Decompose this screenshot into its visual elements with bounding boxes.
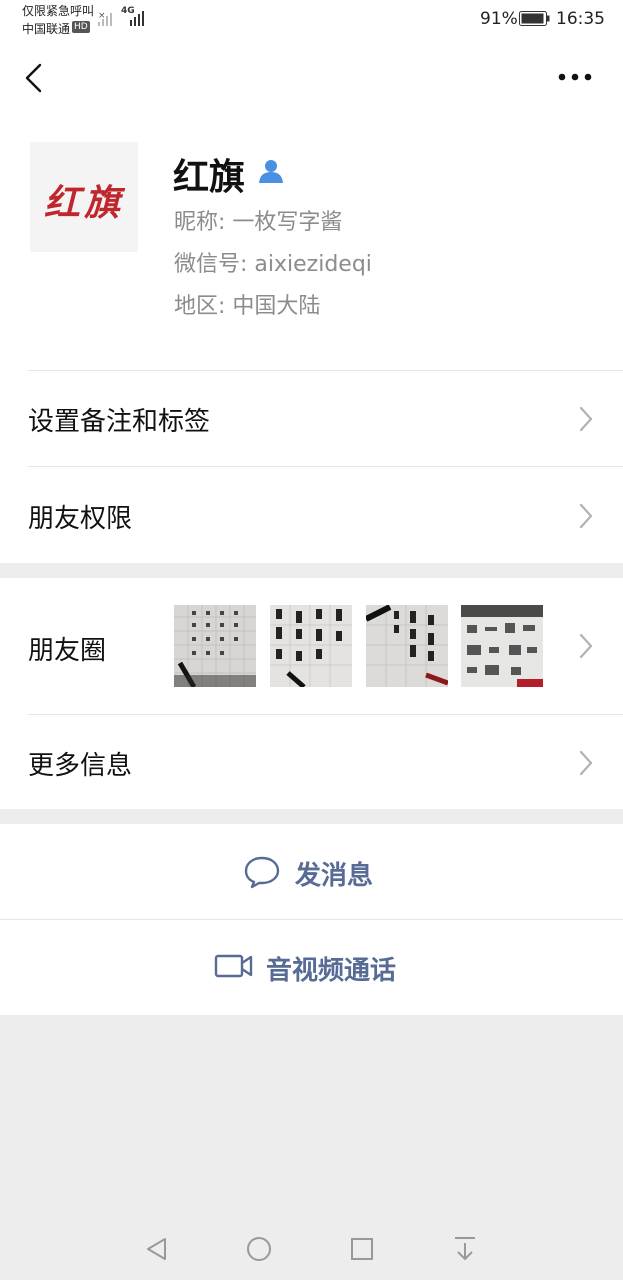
back-icon[interactable] (20, 62, 46, 94)
actions-section: 发消息 音视频通话 (0, 824, 623, 1015)
more-info-row-label: 更多信息 (28, 751, 133, 781)
emergency-only-text: 仅限紧急呼叫 (22, 4, 95, 18)
verified-icon (259, 160, 283, 183)
carrier-text: 中国联通 (22, 22, 71, 36)
battery-icon (519, 11, 550, 26)
moments-thumbnail[interactable] (270, 605, 352, 687)
permissions-row-label: 朋友权限 (28, 504, 133, 534)
remark-row[interactable]: 设置备注和标签 (0, 371, 623, 466)
contact-name: 红旗 (173, 157, 246, 198)
remark-row-label: 设置备注和标签 (28, 407, 211, 437)
more-info-row[interactable]: 更多信息 (0, 715, 623, 809)
permissions-row[interactable]: 朋友权限 (0, 467, 623, 563)
nickname-text: 昵称: 一枚写字酱 (174, 210, 343, 235)
video-call-label: 音视频通话 (266, 956, 397, 986)
nav-home-icon[interactable] (246, 1236, 272, 1262)
moments-thumbnail[interactable] (366, 605, 448, 687)
status-bar: 仅限紧急呼叫 中国联通 HD × 4G 91% 16:35 (0, 0, 623, 40)
moments-section: 朋友圈 更多信息 (0, 578, 623, 809)
moments-row[interactable]: 朋友圈 (0, 578, 623, 714)
chevron-right-icon (579, 750, 593, 776)
send-message-button[interactable]: 发消息 (0, 824, 623, 919)
avatar-calligraphy: 红旗 (43, 182, 124, 224)
avatar[interactable]: 红旗 (30, 142, 138, 252)
system-nav-bar (0, 1215, 623, 1280)
network-type-text: 4G (121, 6, 135, 16)
send-message-label: 发消息 (295, 861, 374, 891)
chat-bubble-icon (244, 856, 280, 889)
top-bar (0, 40, 623, 114)
chevron-right-icon (579, 503, 593, 529)
chevron-right-icon (579, 406, 593, 432)
hd-badge: HD (72, 21, 90, 33)
profile-card: 红旗 红旗 昵称: 一枚写字酱 微信号: aixiezideqi 地区: 中国大… (0, 114, 623, 563)
nav-recents-icon[interactable] (350, 1237, 374, 1261)
wechat-id-text: 微信号: aixiezideqi (174, 252, 372, 277)
moments-row-label: 朋友圈 (28, 636, 107, 666)
nav-notification-icon[interactable] (452, 1235, 478, 1263)
moments-thumbnail[interactable] (461, 605, 543, 687)
nav-back-icon[interactable] (144, 1236, 170, 1262)
battery-percent-text: 91% (480, 9, 518, 29)
svg-text:×: × (98, 11, 106, 21)
moments-thumbnail[interactable] (174, 605, 256, 687)
clock-text: 16:35 (556, 9, 605, 29)
video-call-button[interactable]: 音视频通话 (0, 920, 623, 1015)
region-text: 地区: 中国大陆 (174, 294, 321, 319)
more-icon[interactable] (556, 70, 594, 84)
video-camera-icon (214, 954, 253, 978)
chevron-right-icon (579, 633, 593, 659)
